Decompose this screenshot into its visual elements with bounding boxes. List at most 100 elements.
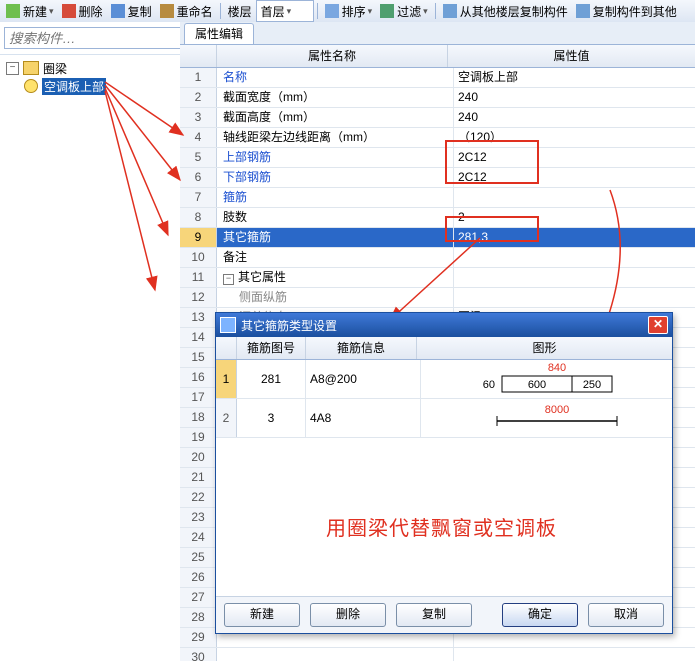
grid-row[interactable]: 30 bbox=[180, 648, 695, 661]
row-number: 7 bbox=[180, 188, 217, 207]
grid-row[interactable]: 9其它箍筋281,3 bbox=[180, 228, 695, 248]
row-number: 22 bbox=[180, 488, 217, 507]
main-toolbar: 新建▾ 删除 复制 重命名 楼层 首层▾ 排序▾ 过滤▾ 从其他楼层复制构件 复… bbox=[0, 0, 695, 23]
copy-to-other-button[interactable]: 复制构件到其他 bbox=[572, 1, 681, 21]
row-name: 肢数 bbox=[217, 208, 454, 227]
row-value: 空调板上部 bbox=[454, 68, 695, 87]
row-number: 21 bbox=[180, 468, 217, 487]
grid-row[interactable]: 4轴线距梁左边线距离（mm）（120） bbox=[180, 128, 695, 148]
dlg-copy-button[interactable]: 复制 bbox=[396, 603, 472, 627]
grid-row[interactable]: 2截面宽度（mm）240 bbox=[180, 88, 695, 108]
row-number: 2 bbox=[180, 88, 217, 107]
dialog-icon bbox=[220, 317, 236, 333]
dialog-row[interactable]: 1 281 A8@200 840 60 600 250 bbox=[216, 360, 672, 399]
row-value: 240 bbox=[454, 88, 695, 107]
row-value: 281,3 bbox=[454, 228, 695, 247]
grid-row[interactable]: 11−其它属性 bbox=[180, 268, 695, 288]
row-name: 截面宽度（mm） bbox=[217, 88, 454, 107]
diag-len-label: 8000 bbox=[544, 404, 568, 416]
row-value bbox=[454, 188, 695, 207]
row-number: 17 bbox=[180, 388, 217, 407]
diag-c-label: 250 bbox=[582, 379, 600, 391]
row-name: −其它属性 bbox=[217, 268, 454, 287]
row-number: 13 bbox=[180, 308, 217, 327]
close-button[interactable]: ✕ bbox=[648, 316, 668, 334]
row-value bbox=[454, 268, 695, 287]
dlg-delete-button[interactable]: 删除 bbox=[310, 603, 386, 627]
row-number: 19 bbox=[180, 428, 217, 447]
grid-head-name: 属性名称 bbox=[217, 45, 448, 67]
grid-row[interactable]: 1名称空调板上部 bbox=[180, 68, 695, 88]
row-number: 23 bbox=[180, 508, 217, 527]
rename-button[interactable]: 重命名 bbox=[156, 1, 217, 21]
tree-item-1[interactable]: 空调板上部 bbox=[2, 77, 178, 95]
tab-attr-edit[interactable]: 属性编辑 bbox=[184, 23, 254, 44]
grid-header: 属性名称 属性值 bbox=[180, 45, 695, 68]
row-name: 侧面纵筋 bbox=[217, 288, 454, 307]
grid-row[interactable]: 10备注 bbox=[180, 248, 695, 268]
grid-row[interactable]: 12侧面纵筋 bbox=[180, 288, 695, 308]
dlg-new-button[interactable]: 新建 bbox=[224, 603, 300, 627]
dialog-row[interactable]: 2 3 4A8 8000 bbox=[216, 399, 672, 438]
dlg-row-id: 3 bbox=[237, 399, 306, 437]
dialog-title: 其它箍筋类型设置 bbox=[241, 317, 648, 334]
row-name: 名称 bbox=[217, 68, 454, 87]
dlg-head-2: 箍筋信息 bbox=[306, 337, 417, 359]
floor-select[interactable]: 首层▾ bbox=[256, 0, 314, 22]
grid-row[interactable]: 8肢数2 bbox=[180, 208, 695, 228]
dlg-row-info: 4A8 bbox=[306, 399, 421, 437]
tree-item-label: 空调板上部 bbox=[42, 78, 106, 95]
grid-row[interactable]: 7箍筋 bbox=[180, 188, 695, 208]
new-button[interactable]: 新建▾ bbox=[2, 1, 58, 21]
row-number: 5 bbox=[180, 148, 217, 167]
row-number: 11 bbox=[180, 268, 217, 287]
row-number: 27 bbox=[180, 588, 217, 607]
dlg-row-num: 1 bbox=[216, 360, 237, 398]
annotation-note: 用圈梁代替飘窗或空调板 bbox=[326, 512, 557, 541]
floor-label: 楼层 bbox=[224, 1, 256, 21]
row-name: 备注 bbox=[217, 248, 454, 267]
row-value bbox=[454, 648, 695, 661]
dlg-row-num: 2 bbox=[216, 399, 237, 437]
row-number: 14 bbox=[180, 328, 217, 347]
dlg-row-diagram: 840 60 600 250 bbox=[421, 360, 672, 398]
row-value bbox=[454, 248, 695, 267]
row-number: 20 bbox=[180, 448, 217, 467]
section-expander[interactable]: − bbox=[223, 274, 234, 285]
row-number: 3 bbox=[180, 108, 217, 127]
row-number: 28 bbox=[180, 608, 217, 627]
row-number: 4 bbox=[180, 128, 217, 147]
dlg-row-id: 281 bbox=[237, 360, 306, 398]
diag-b-label: 600 bbox=[527, 379, 545, 391]
row-name bbox=[217, 648, 454, 661]
tree-root[interactable]: − 圈梁 bbox=[2, 59, 178, 77]
filter-button[interactable]: 过滤▾ bbox=[376, 1, 432, 21]
search-input[interactable] bbox=[4, 27, 193, 49]
row-number: 16 bbox=[180, 368, 217, 387]
row-value: 2 bbox=[454, 208, 695, 227]
copy-from-other-button[interactable]: 从其他楼层复制构件 bbox=[439, 1, 572, 21]
copy-button[interactable]: 复制 bbox=[107, 1, 156, 21]
collapse-icon[interactable]: − bbox=[6, 62, 19, 75]
delete-button[interactable]: 删除 bbox=[58, 1, 107, 21]
dialog-grid-header: 箍筋图号 箍筋信息 图形 bbox=[216, 337, 672, 360]
row-number: 25 bbox=[180, 548, 217, 567]
dialog-titlebar[interactable]: 其它箍筋类型设置 ✕ bbox=[216, 313, 672, 337]
row-number: 9 bbox=[180, 228, 217, 247]
row-name: 轴线距梁左边线距离（mm） bbox=[217, 128, 454, 147]
dlg-ok-button[interactable]: 确定 bbox=[502, 603, 578, 627]
grid-row[interactable]: 6下部钢筋2C12 bbox=[180, 168, 695, 188]
row-number: 30 bbox=[180, 648, 217, 661]
row-number: 8 bbox=[180, 208, 217, 227]
sort-button[interactable]: 排序▾ bbox=[321, 1, 377, 21]
row-number: 26 bbox=[180, 568, 217, 587]
dlg-cancel-button[interactable]: 取消 bbox=[588, 603, 664, 627]
row-number: 18 bbox=[180, 408, 217, 427]
dlg-head-3: 图形 bbox=[417, 337, 672, 359]
row-value: 2C12 bbox=[454, 168, 695, 187]
diag-top-label: 840 bbox=[547, 362, 565, 374]
dlg-head-1: 箍筋图号 bbox=[237, 337, 306, 359]
grid-row[interactable]: 5上部钢筋2C12 bbox=[180, 148, 695, 168]
grid-row[interactable]: 3截面高度（mm）240 bbox=[180, 108, 695, 128]
row-number: 1 bbox=[180, 68, 217, 87]
